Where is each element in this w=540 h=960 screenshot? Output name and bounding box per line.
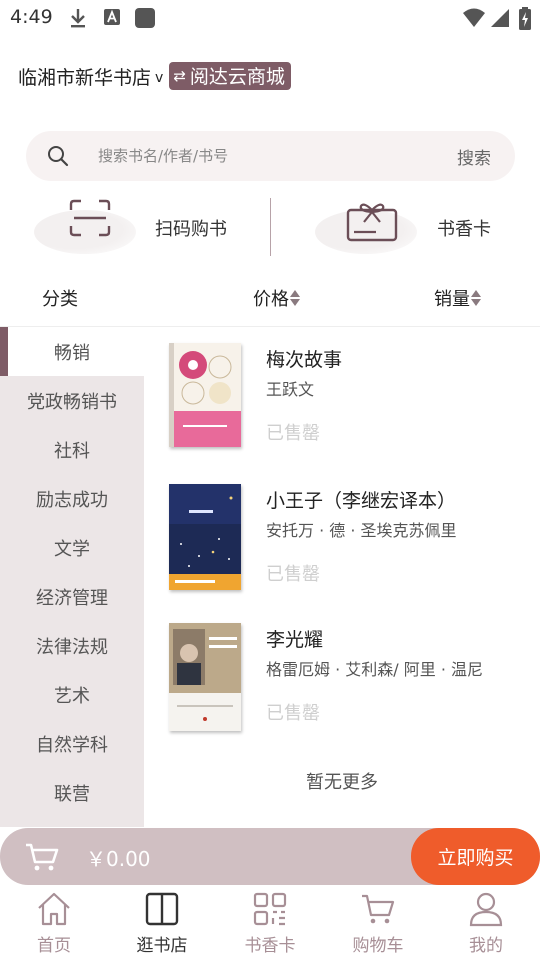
book-cover: [169, 484, 241, 590]
store-name[interactable]: 临湘市新华书店: [18, 63, 151, 90]
category-item-inspirational[interactable]: 励志成功: [0, 474, 144, 523]
sort-category[interactable]: 分类: [42, 285, 78, 311]
sort-price-label: 价格: [253, 289, 289, 310]
sort-sales-button[interactable]: 销量: [434, 285, 481, 311]
nav-home-label: 首页: [37, 936, 71, 956]
store-icon: [144, 891, 180, 931]
book-cover: [169, 343, 241, 447]
app-icon: [134, 7, 156, 33]
sort-arrows-icon: [290, 290, 300, 306]
scan-buy-button[interactable]: 扫码购书: [0, 196, 265, 260]
book-author: 王跃文: [266, 380, 315, 399]
nav-cart[interactable]: 购物车: [324, 885, 432, 960]
buy-now-button[interactable]: 立即购买: [411, 828, 540, 885]
no-more-text: 暂无更多: [306, 772, 378, 793]
book-author: 安托万 · 德 · 圣埃克苏佩里: [266, 521, 457, 540]
scan-buy-label: 扫码购书: [155, 219, 227, 240]
gift-card-button[interactable]: 书香卡: [275, 196, 540, 260]
wifi-icon: [462, 7, 486, 33]
sort-bar: 分类 价格 销量: [0, 276, 540, 320]
book-title: 梅次故事: [266, 349, 343, 371]
book-cover: [169, 623, 241, 731]
quick-actions: 扫码购书 书香卡: [0, 196, 540, 260]
nav-cart-label: 购物车: [352, 936, 404, 956]
search-icon: [46, 144, 70, 172]
nav-home[interactable]: 首页: [0, 885, 108, 960]
search-button[interactable]: 搜索: [457, 144, 491, 169]
bottom-nav: 首页 逛书店 书香卡 购物车 我的: [0, 885, 540, 960]
home-icon: [36, 891, 72, 931]
category-item-literature[interactable]: 文学: [0, 523, 144, 572]
store-selector[interactable]: 临湘市新华书店 v ⇄ 阅达云商城: [18, 60, 291, 92]
signal-icon: [490, 7, 510, 33]
category-item-natural-science[interactable]: 自然学科: [0, 719, 144, 768]
status-time: 4:49: [10, 6, 53, 28]
user-icon: [468, 891, 504, 931]
switch-mall-button[interactable]: ⇄ 阅达云商城: [169, 62, 291, 90]
nav-gift-card[interactable]: 书香卡: [216, 885, 324, 960]
category-item-party-bestseller[interactable]: 党政畅销书: [0, 376, 144, 425]
nav-store-label: 逛书店: [136, 936, 188, 956]
category-item-bestseller[interactable]: 畅销: [0, 327, 144, 376]
category-item-law[interactable]: 法律法规: [0, 621, 144, 670]
sold-out-status: 已售罄: [266, 423, 320, 444]
cart-total: ￥0.00: [86, 847, 151, 871]
cart-icon: [360, 891, 396, 931]
book-item[interactable]: 小王子（李继宏译本） 安托万 · 德 · 圣埃克苏佩里 已售罄: [165, 484, 525, 604]
book-title: 李光耀: [266, 629, 324, 651]
switch-mall-label: 阅达云商城: [189, 66, 285, 88]
nav-profile[interactable]: 我的: [432, 885, 540, 960]
divider: [270, 198, 271, 256]
nav-profile-label: 我的: [469, 936, 503, 956]
search-bar: 搜索: [26, 131, 515, 181]
sold-out-status: 已售罄: [266, 703, 320, 724]
switch-icon: ⇄: [173, 66, 186, 85]
category-sidebar: 畅销 党政畅销书 社科 励志成功 文学 经济管理 法律法规 艺术 自然学科 联营: [0, 327, 144, 827]
category-item-art[interactable]: 艺术: [0, 670, 144, 719]
scan-icon: [68, 198, 112, 242]
sold-out-status: 已售罄: [266, 564, 320, 585]
search-input[interactable]: [98, 131, 428, 181]
qr-card-icon: [252, 891, 288, 931]
sort-sales-label: 销量: [434, 289, 470, 310]
chevron-down-icon[interactable]: v: [155, 70, 163, 86]
battery-charging-icon: [518, 7, 532, 35]
book-author: 格雷厄姆 · 艾利森/ 阿里 · 温尼: [266, 660, 483, 679]
status-bar: 4:49: [0, 0, 540, 36]
sort-arrows-icon: [471, 290, 481, 306]
book-title: 小王子（李继宏译本）: [266, 490, 457, 512]
download-icon: [68, 7, 88, 33]
cart-bar: ￥0.00 立即购买: [0, 828, 540, 885]
gift-card-label: 书香卡: [437, 219, 491, 240]
category-item-economics[interactable]: 经济管理: [0, 572, 144, 621]
category-item-social-science[interactable]: 社科: [0, 425, 144, 474]
gift-card-icon: [346, 202, 398, 246]
font-icon: [103, 7, 121, 31]
nav-gift-card-label: 书香卡: [244, 936, 296, 956]
nav-store[interactable]: 逛书店: [108, 885, 216, 960]
book-item[interactable]: 李光耀 格雷厄姆 · 艾利森/ 阿里 · 温尼 已售罄: [165, 623, 525, 743]
cart-icon[interactable]: [24, 842, 60, 876]
category-item-joint[interactable]: 联营: [0, 768, 144, 817]
sort-price-button[interactable]: 价格: [253, 285, 300, 311]
book-item[interactable]: 梅次故事 王跃文 已售罄: [165, 343, 525, 463]
